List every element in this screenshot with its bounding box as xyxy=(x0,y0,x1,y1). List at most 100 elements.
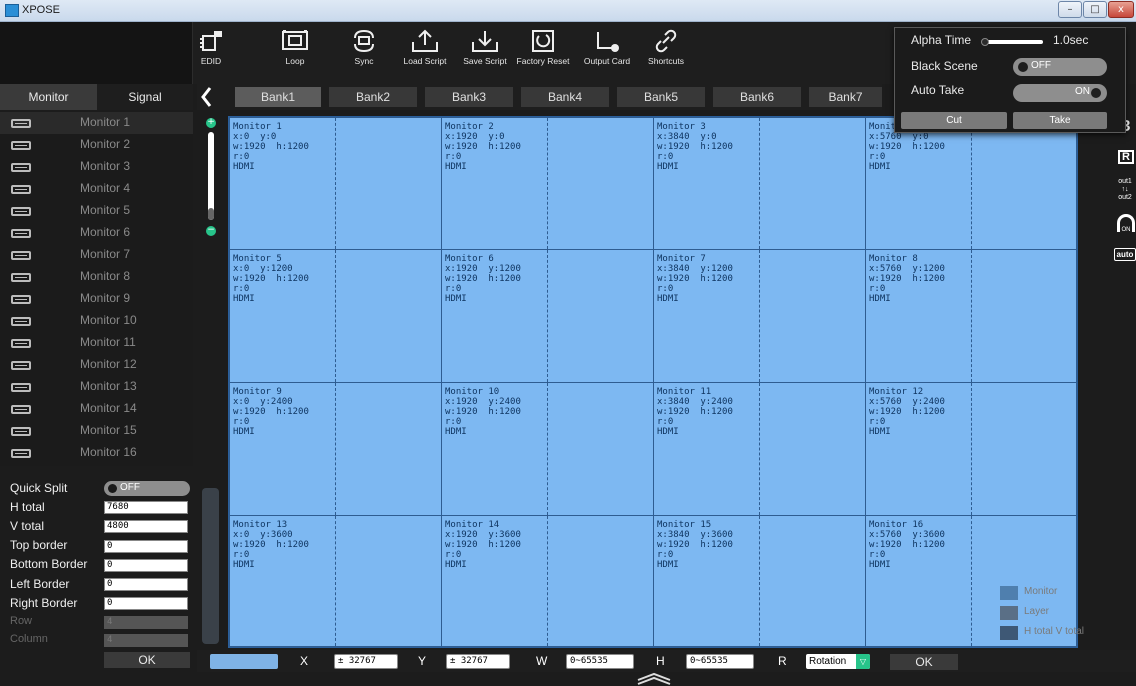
monitor-list-label: Monitor 13 xyxy=(80,379,137,393)
monitor-cell[interactable]: Monitor 10 x:1920 y:2400 w:1920 h:1200 r… xyxy=(441,382,654,516)
monitor-list-item[interactable]: Monitor 15 xyxy=(0,420,193,442)
expand-up-icon[interactable] xyxy=(636,672,672,686)
split-ok-button[interactable]: OK xyxy=(104,652,190,668)
left-border-field[interactable]: 0 xyxy=(104,578,188,591)
tab-bank5[interactable]: Bank5 xyxy=(617,87,705,107)
bottom-border-field[interactable]: 0 xyxy=(104,559,188,572)
cell-size: w:1920 h:1200 xyxy=(445,540,521,550)
x-field[interactable]: ± 32767 xyxy=(334,654,398,669)
h-label: H xyxy=(656,654,665,668)
power-on-icon[interactable]: ON xyxy=(1117,214,1135,233)
cell-position: x:1920 y:3600 xyxy=(445,530,521,540)
cell-position: x:1920 y:1200 xyxy=(445,264,521,274)
close-button[interactable]: x xyxy=(1108,1,1134,18)
monitor-cell[interactable]: Monitor 15 x:3840 y:3600 w:1920 h:1200 r… xyxy=(653,515,866,647)
monitor-list-item[interactable]: Monitor 8 xyxy=(0,266,193,288)
apply-ok-button[interactable]: OK xyxy=(890,654,958,670)
tab-monitor[interactable]: Monitor xyxy=(0,84,97,110)
monitor-list-item[interactable]: Monitor 9 xyxy=(0,288,193,310)
minimize-button[interactable]: – xyxy=(1058,1,1082,18)
v-total-field[interactable]: 4800 xyxy=(104,520,188,533)
cell-rotation: r:0 xyxy=(233,152,250,162)
monitor-cell[interactable]: Monitor 6 x:1920 y:1200 w:1920 h:1200 r:… xyxy=(441,249,654,383)
zoom-slider-thumb[interactable] xyxy=(208,208,214,220)
edid-button[interactable]: EDID xyxy=(194,26,228,76)
monitor-list-item[interactable]: Monitor 1 xyxy=(0,112,193,134)
tab-bank1[interactable]: Bank1 xyxy=(235,87,321,107)
zoom-slider[interactable] xyxy=(208,132,214,220)
cell-rotation: r:0 xyxy=(233,550,250,560)
chevron-down-icon[interactable]: ▽ xyxy=(856,654,870,669)
monitor-cell[interactable]: Monitor 3 x:3840 y:0 w:1920 h:1200 r:0 H… xyxy=(653,117,866,250)
cell-source: HDMI xyxy=(869,560,891,570)
monitor-cell[interactable]: Monitor 8 x:5760 y:1200 w:1920 h:1200 r:… xyxy=(865,249,1077,383)
zoom-out-button[interactable]: − xyxy=(206,226,216,236)
tab-bank4[interactable]: Bank4 xyxy=(521,87,609,107)
monitor-list-item[interactable]: Monitor 5 xyxy=(0,200,193,222)
tab-signal[interactable]: Signal xyxy=(97,84,193,110)
save-script-label: Save Script xyxy=(463,56,507,66)
xpose-app: XPOSE – □ x EDID Loop Sync Load Script S… xyxy=(0,0,1136,686)
alpha-time-slider-thumb[interactable] xyxy=(981,38,989,46)
monitor-list-item[interactable]: Monitor 13 xyxy=(0,376,193,398)
cell-source: HDMI xyxy=(445,560,467,570)
monitor-cell[interactable]: Monitor 12 x:5760 y:2400 w:1920 h:1200 r… xyxy=(865,382,1077,516)
cell-position: x:0 y:2400 xyxy=(233,397,293,407)
factory-reset-button[interactable]: Factory Reset xyxy=(514,26,572,76)
tab-bank6[interactable]: Bank6 xyxy=(713,87,801,107)
right-border-field[interactable]: 0 xyxy=(104,597,188,610)
output-card-button[interactable]: Output Card xyxy=(578,26,636,76)
output-swap-icon[interactable]: out1 ↑↓ out2 xyxy=(1114,178,1136,202)
loop-button[interactable]: Loop xyxy=(270,26,320,76)
quick-split-toggle[interactable]: OFF xyxy=(104,481,190,496)
load-script-button[interactable]: Load Script xyxy=(398,26,452,76)
cut-button[interactable]: Cut xyxy=(901,112,1007,129)
monitor-list-item[interactable]: Monitor 3 xyxy=(0,156,193,178)
bank-prev-arrow-icon[interactable] xyxy=(199,86,213,108)
y-field[interactable]: ± 32767 xyxy=(446,654,510,669)
tab-bank2[interactable]: Bank2 xyxy=(329,87,417,107)
save-script-button[interactable]: Save Script xyxy=(458,26,512,76)
monitor-cell[interactable]: Monitor 13 x:0 y:3600 w:1920 h:1200 r:0 … xyxy=(229,515,442,647)
edid-label: EDID xyxy=(200,56,222,66)
sync-button[interactable]: Sync xyxy=(341,26,387,76)
vertical-scrollbar[interactable] xyxy=(202,488,219,644)
monitor-list-item[interactable]: Monitor 11 xyxy=(0,332,193,354)
h-field[interactable]: 0~65535 xyxy=(686,654,754,669)
monitor-cell[interactable]: Monitor 14 x:1920 y:3600 w:1920 h:1200 r… xyxy=(441,515,654,647)
monitor-list-item[interactable]: Monitor 6 xyxy=(0,222,193,244)
monitor-cell[interactable]: Monitor 4 x:5760 y:0 w:1920 h:1200 r:0 H… xyxy=(865,117,1077,250)
cell-source: HDMI xyxy=(445,294,467,304)
monitor-cell[interactable]: Monitor 5 x:0 y:1200 w:1920 h:1200 r:0 H… xyxy=(229,249,442,383)
alpha-time-slider[interactable] xyxy=(981,38,1043,46)
sync-icon xyxy=(354,29,374,53)
monitor-list-item[interactable]: Monitor 16 xyxy=(0,442,193,464)
monitor-canvas[interactable]: Monitor 1 x:0 y:0 w:1920 h:1200 r:0 HDMI… xyxy=(228,116,1078,648)
monitor-cell[interactable]: Monitor 11 x:3840 y:2400 w:1920 h:1200 r… xyxy=(653,382,866,516)
top-border-field[interactable]: 0 xyxy=(104,540,188,553)
monitor-cell[interactable]: Monitor 7 x:3840 y:1200 w:1920 h:1200 r:… xyxy=(653,249,866,383)
auto-icon[interactable]: auto xyxy=(1114,248,1136,261)
take-button[interactable]: Take xyxy=(1013,112,1107,129)
tab-bank3[interactable]: Bank3 xyxy=(425,87,513,107)
shortcuts-button[interactable]: Shortcuts xyxy=(643,26,689,76)
r-icon[interactable]: R xyxy=(1118,150,1134,164)
h-total-field[interactable]: 7680 xyxy=(104,501,188,514)
monitor-list-item[interactable]: Monitor 4 xyxy=(0,178,193,200)
monitor-cell[interactable]: Monitor 1 x:0 y:0 w:1920 h:1200 r:0 HDMI xyxy=(229,117,442,250)
monitor-list-item[interactable]: Monitor 12 xyxy=(0,354,193,376)
zoom-in-button[interactable]: + xyxy=(206,118,216,128)
black-scene-toggle[interactable]: OFF xyxy=(1013,58,1107,76)
cell-divider xyxy=(759,250,760,382)
monitor-list-item[interactable]: Monitor 14 xyxy=(0,398,193,420)
w-field[interactable]: 0~65535 xyxy=(566,654,634,669)
monitor-list-item[interactable]: Monitor 7 xyxy=(0,244,193,266)
monitor-list-item[interactable]: Monitor 2 xyxy=(0,134,193,156)
selected-color-swatch[interactable] xyxy=(210,654,278,669)
tab-bank7[interactable]: Bank7 xyxy=(809,87,882,107)
monitor-list-item[interactable]: Monitor 10 xyxy=(0,310,193,332)
auto-take-toggle[interactable]: ON xyxy=(1013,84,1107,102)
monitor-cell[interactable]: Monitor 9 x:0 y:2400 w:1920 h:1200 r:0 H… xyxy=(229,382,442,516)
maximize-button[interactable]: □ xyxy=(1083,1,1107,18)
monitor-cell[interactable]: Monitor 2 x:1920 y:0 w:1920 h:1200 r:0 H… xyxy=(441,117,654,250)
